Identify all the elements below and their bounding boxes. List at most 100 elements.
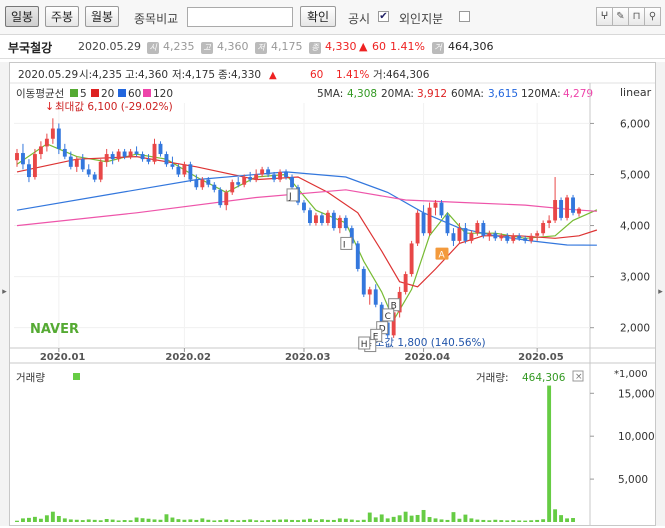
x-tick-label: 2020.02 xyxy=(165,352,211,363)
volume-bar xyxy=(499,520,504,522)
volume-bar xyxy=(140,518,145,522)
naver-watermark: NAVER xyxy=(30,322,79,337)
candle-body xyxy=(493,233,498,239)
candle-body xyxy=(62,148,67,157)
volume-bar xyxy=(308,518,312,522)
candle-body xyxy=(313,215,318,223)
volume-bar xyxy=(547,385,552,522)
volume-bar xyxy=(325,519,330,522)
candle-body xyxy=(140,154,145,160)
ma-line-60 xyxy=(16,171,597,246)
tab-monthly[interactable]: 월봉 xyxy=(85,6,119,27)
volume-bar xyxy=(170,517,175,522)
candle-body xyxy=(122,151,127,157)
candle-body xyxy=(21,153,25,165)
volume-bar xyxy=(236,520,241,522)
candle-body xyxy=(158,143,163,155)
header-change: 60 xyxy=(310,69,323,81)
candle-body xyxy=(272,174,277,180)
pen-tool-icon[interactable]: ⵖ xyxy=(596,7,613,26)
ma120-value-label: 120MA: xyxy=(521,88,561,100)
min-annotation: 최소값 1,800 (140.56%) xyxy=(365,337,486,349)
magnet-icon[interactable]: ⊓ xyxy=(628,7,645,26)
candle-body xyxy=(56,128,61,149)
chart-toolbar: 일봉 주봉 월봉 종목비교 확인 공시 ✔ 외인지분 ⵖ ✎ ⊓ ⚲ xyxy=(0,0,665,35)
volume-tick-label: 5,000 xyxy=(618,474,648,486)
foreign-label: 외인지분 xyxy=(399,12,444,26)
volume-bar xyxy=(242,519,247,522)
price-tick-label: 5,000 xyxy=(620,169,650,181)
candle-body xyxy=(308,210,312,223)
header-volume-label: 거: xyxy=(373,69,386,81)
scroll-right-handle[interactable]: ▸ xyxy=(656,62,665,526)
volume-bar xyxy=(349,519,354,522)
volume-bar xyxy=(331,519,336,522)
chevron-right-icon[interactable]: ▸ xyxy=(656,287,665,297)
compare-input[interactable] xyxy=(187,7,293,27)
volume-bar xyxy=(194,519,199,522)
info-open: 4,235 xyxy=(163,40,195,53)
tab-weekly[interactable]: 주봉 xyxy=(45,6,79,27)
price-tick-label: 6,000 xyxy=(620,118,650,130)
volume-bar xyxy=(343,518,348,522)
volume-bar xyxy=(523,520,528,522)
confirm-button[interactable]: 확인 xyxy=(300,6,336,27)
ma5-value-label: 5MA: xyxy=(317,88,343,100)
volume-bar xyxy=(319,519,324,522)
volume-bar xyxy=(254,520,259,522)
scroll-left-handle[interactable]: ▸ xyxy=(0,62,9,526)
header-high: 4,360 xyxy=(138,69,168,81)
compare-label: 종목비교 xyxy=(134,12,179,26)
foreign-checkbox[interactable] xyxy=(459,11,470,22)
candle-body xyxy=(212,184,217,190)
volume-bar xyxy=(260,520,265,522)
candle-body xyxy=(487,233,492,236)
candle-body xyxy=(517,235,522,239)
candle-body xyxy=(260,169,265,175)
ma-line-20 xyxy=(16,155,598,288)
candle-body xyxy=(176,166,181,175)
volume-bar xyxy=(481,519,486,522)
candle-body xyxy=(236,182,241,185)
volume-bar xyxy=(158,519,163,522)
event-marker-H: H xyxy=(361,340,368,350)
volume-unit-label: *1,000 xyxy=(614,369,648,380)
volume-bar xyxy=(397,515,402,522)
candle-body xyxy=(499,235,504,239)
candle-body xyxy=(164,154,169,165)
chart-area[interactable]: 2020.05.29 시: 4,235 고: 4,360 저: 4,175 종:… xyxy=(9,62,656,526)
volume-value: 464,306 xyxy=(522,372,566,384)
eraser-icon[interactable]: ✎ xyxy=(612,7,629,26)
max-annotation: 최대값 6,100 (-29.02%) xyxy=(55,101,173,113)
stock-chart[interactable]: 2020.05.29 시: 4,235 고: 4,360 저: 4,175 종:… xyxy=(10,63,655,525)
volume-bar xyxy=(278,519,283,522)
price-tick-label: 3,000 xyxy=(620,272,650,284)
volume-bar xyxy=(313,520,318,522)
magnifier-icon[interactable]: ⚲ xyxy=(644,7,661,26)
volume-bar xyxy=(104,518,109,522)
candle-body xyxy=(553,200,558,221)
candle-body xyxy=(319,215,324,223)
volume-bar xyxy=(367,512,372,522)
candle-body xyxy=(409,243,414,275)
candle-body xyxy=(98,161,103,180)
tab-daily[interactable]: 일봉 xyxy=(5,6,39,27)
candle-body xyxy=(266,169,271,175)
chevron-left-icon[interactable]: ▸ xyxy=(0,287,9,297)
candle-body xyxy=(433,202,438,208)
disclosure-checkbox[interactable]: ✔ xyxy=(378,11,389,22)
volume-bar xyxy=(361,519,366,522)
candle-body xyxy=(230,182,235,193)
volume-bar xyxy=(379,514,384,522)
candle-body xyxy=(92,174,97,180)
volume-bar xyxy=(212,520,217,522)
volume-bar xyxy=(535,519,540,522)
candle-body xyxy=(170,164,175,167)
volume-bar xyxy=(182,519,187,522)
volume-bar xyxy=(146,518,151,522)
ma120-label: 120 xyxy=(153,88,173,100)
header-volume: 464,306 xyxy=(386,69,430,81)
volume-bar xyxy=(110,519,115,522)
volume-bar xyxy=(21,518,25,522)
ma60-label: 60 xyxy=(128,88,141,100)
